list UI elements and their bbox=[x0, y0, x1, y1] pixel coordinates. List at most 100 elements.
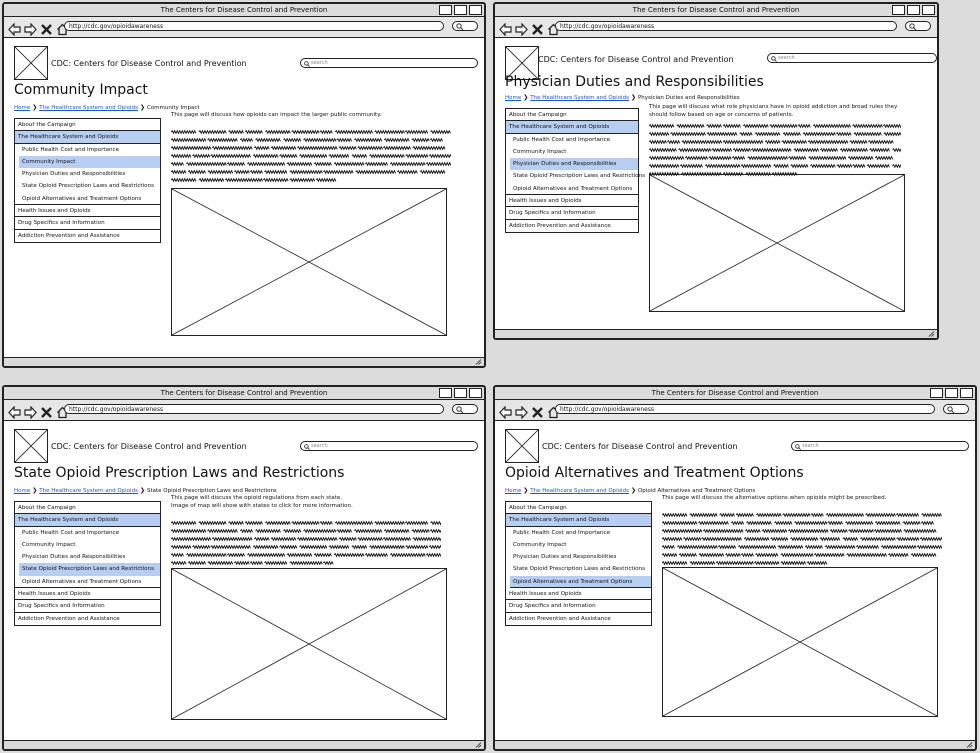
address-bar[interactable]: http://cdc.gov/opioidawareness bbox=[64, 21, 444, 31]
minimize-button[interactable] bbox=[439, 388, 452, 398]
close-window-button[interactable] bbox=[922, 5, 935, 15]
maximize-button[interactable] bbox=[454, 5, 467, 15]
back-arrow-icon[interactable] bbox=[8, 21, 21, 36]
sidebar-item-alternatives[interactable]: Opioid Alternatives and Treatment Option… bbox=[510, 575, 651, 589]
resize-grip-icon[interactable] bbox=[475, 359, 482, 365]
browser-search-box[interactable] bbox=[452, 21, 478, 31]
breadcrumb-parent-link[interactable]: The Healthcare System and Opioids bbox=[39, 488, 138, 494]
sidebar-item-state-laws[interactable]: State Opioid Prescription Laws and Restr… bbox=[506, 563, 651, 575]
sidebar-item-public-health[interactable]: Public Health Cost and Importance bbox=[506, 527, 651, 539]
page-description: This page will discuss the alternative o… bbox=[662, 494, 952, 502]
maximize-button[interactable] bbox=[945, 388, 958, 398]
sidebar-item-healthcare[interactable]: The Healthcare System and Opioids bbox=[506, 514, 651, 527]
maximize-button[interactable] bbox=[454, 388, 467, 398]
sidebar-item-addiction[interactable]: Addiction Prevention and Assistance bbox=[506, 613, 651, 625]
close-window-button[interactable] bbox=[469, 388, 482, 398]
browser-search-box[interactable] bbox=[905, 21, 931, 31]
breadcrumb-home-link[interactable]: Home bbox=[505, 95, 521, 101]
minimize-button[interactable] bbox=[930, 388, 943, 398]
chevron-right-icon: ❯ bbox=[523, 94, 529, 101]
site-search-input[interactable]: search bbox=[791, 441, 969, 451]
sidebar-item-healthcare[interactable]: The Healthcare System and Opioids bbox=[506, 121, 638, 134]
sidebar-nav: About the Campaign The Healthcare System … bbox=[505, 108, 645, 233]
search-placeholder: search bbox=[778, 55, 795, 61]
sidebar-item-about[interactable]: About the Campaign bbox=[506, 502, 651, 515]
forward-arrow-icon[interactable] bbox=[515, 21, 528, 36]
back-arrow-icon[interactable] bbox=[499, 404, 512, 419]
sidebar-item-healthcare[interactable]: The Healthcare System and Opioids bbox=[15, 131, 160, 144]
breadcrumb-parent-link[interactable]: The Healthcare System and Opioids bbox=[39, 105, 138, 111]
close-window-button[interactable] bbox=[469, 5, 482, 15]
breadcrumb-home-link[interactable]: Home bbox=[14, 105, 30, 111]
sidebar-item-alternatives[interactable]: Opioid Alternatives and Treatment Option… bbox=[15, 576, 160, 589]
forward-arrow-icon[interactable] bbox=[24, 21, 37, 36]
image-placeholder bbox=[649, 174, 905, 312]
resize-grip-icon[interactable] bbox=[966, 742, 973, 748]
stop-icon[interactable] bbox=[531, 21, 544, 35]
sidebar-item-drug-specifics[interactable]: Drug Specifics and Information bbox=[506, 600, 651, 613]
chevron-right-icon: ❯ bbox=[630, 487, 636, 494]
sidebar-item-health-issues[interactable]: Health Issues and Opioids bbox=[506, 588, 651, 601]
sidebar-item-public-health[interactable]: Public Health Cost and Importance bbox=[15, 527, 160, 539]
stop-icon[interactable] bbox=[40, 21, 53, 35]
back-arrow-icon[interactable] bbox=[499, 21, 512, 36]
sidebar-item-drug-specifics[interactable]: Drug Specifics and Information bbox=[15, 600, 160, 613]
forward-arrow-icon[interactable] bbox=[24, 404, 37, 419]
forward-arrow-icon[interactable] bbox=[515, 404, 528, 419]
maximize-button[interactable] bbox=[907, 5, 920, 15]
minimize-button[interactable] bbox=[892, 5, 905, 15]
breadcrumb-home-link[interactable]: Home bbox=[505, 488, 521, 494]
site-search-input[interactable]: search bbox=[300, 441, 478, 451]
sidebar-item-addiction[interactable]: Addiction Prevention and Assistance bbox=[15, 230, 160, 242]
sidebar-item-physician-duties[interactable]: Physician Duties and Responsibilities bbox=[510, 158, 638, 171]
sidebar-item-addiction[interactable]: Addiction Prevention and Assistance bbox=[15, 613, 160, 625]
minimize-button[interactable] bbox=[439, 5, 452, 15]
browser-search-box[interactable] bbox=[943, 404, 969, 414]
sidebar-item-drug-specifics[interactable]: Drug Specifics and Information bbox=[506, 207, 638, 220]
placeholder-text-block bbox=[171, 128, 451, 184]
sidebar-item-alternatives[interactable]: Opioid Alternatives and Treatment Option… bbox=[506, 183, 638, 196]
sidebar-item-about[interactable]: About the Campaign bbox=[15, 119, 160, 132]
sidebar-item-drug-specifics[interactable]: Drug Specifics and Information bbox=[15, 217, 160, 230]
sidebar-item-health-issues[interactable]: Health Issues and Opioids bbox=[15, 205, 160, 218]
breadcrumb-parent-link[interactable]: The Healthcare System and Opioids bbox=[530, 488, 629, 494]
search-placeholder: search bbox=[311, 443, 328, 449]
page-title: Opioid Alternatives and Treatment Option… bbox=[505, 465, 804, 481]
resize-grip-icon[interactable] bbox=[928, 331, 935, 337]
browser-search-box[interactable] bbox=[452, 404, 478, 414]
placeholder-text-block bbox=[662, 511, 942, 567]
address-bar[interactable]: http://cdc.gov/opioidawareness bbox=[64, 404, 444, 414]
sidebar-item-public-health[interactable]: Public Health Cost and Importance bbox=[15, 144, 160, 156]
address-bar[interactable]: http://cdc.gov/opioidawareness bbox=[555, 404, 935, 414]
sidebar-item-community-impact[interactable]: Community Impact bbox=[506, 539, 651, 551]
close-window-button[interactable] bbox=[960, 388, 973, 398]
back-arrow-icon[interactable] bbox=[8, 404, 21, 419]
sidebar-item-health-issues[interactable]: Health Issues and Opioids bbox=[506, 195, 638, 208]
site-search-input[interactable]: search bbox=[300, 58, 478, 68]
sidebar-item-physician-duties[interactable]: Physician Duties and Responsibilities bbox=[506, 551, 651, 563]
sidebar-item-state-laws[interactable]: State Opioid Prescription Laws and Restr… bbox=[19, 563, 160, 576]
breadcrumb-home-link[interactable]: Home bbox=[14, 488, 30, 494]
sidebar-item-community-impact[interactable]: Community Impact bbox=[19, 155, 160, 169]
sidebar-item-community-impact[interactable]: Community Impact bbox=[15, 539, 160, 551]
sidebar-item-community-impact[interactable]: Community Impact bbox=[506, 146, 638, 158]
breadcrumb-parent-link[interactable]: The Healthcare System and Opioids bbox=[530, 95, 629, 101]
image-placeholder bbox=[171, 568, 447, 720]
sidebar-item-addiction[interactable]: Addiction Prevention and Assistance bbox=[506, 220, 638, 232]
sidebar-item-about[interactable]: About the Campaign bbox=[15, 502, 160, 515]
sidebar-item-public-health[interactable]: Public Health Cost and Importance bbox=[506, 134, 638, 146]
site-search-input[interactable]: search bbox=[767, 53, 937, 63]
address-bar[interactable]: http://cdc.gov/opioidawareness bbox=[555, 21, 897, 31]
sidebar-item-health-issues[interactable]: Health Issues and Opioids bbox=[15, 588, 160, 601]
sidebar-item-about[interactable]: About the Campaign bbox=[506, 109, 638, 122]
resize-grip-icon[interactable] bbox=[475, 742, 482, 748]
stop-icon[interactable] bbox=[40, 404, 53, 418]
sidebar-item-physician-duties[interactable]: Physician Duties and Responsibilities bbox=[15, 551, 160, 563]
sidebar-item-alternatives[interactable]: Opioid Alternatives and Treatment Option… bbox=[15, 193, 160, 206]
stop-icon[interactable] bbox=[531, 404, 544, 418]
page-description: This page will discuss the opioid regula… bbox=[171, 494, 461, 510]
sidebar-item-state-laws[interactable]: State Opioid Prescription Laws and Restr… bbox=[15, 180, 160, 192]
sidebar-item-state-laws[interactable]: State Opioid Prescription Laws and Restr… bbox=[506, 170, 645, 182]
sidebar-item-physician-duties[interactable]: Physician Duties and Responsibilities bbox=[15, 168, 160, 180]
sidebar-item-healthcare[interactable]: The Healthcare System and Opioids bbox=[15, 514, 160, 527]
